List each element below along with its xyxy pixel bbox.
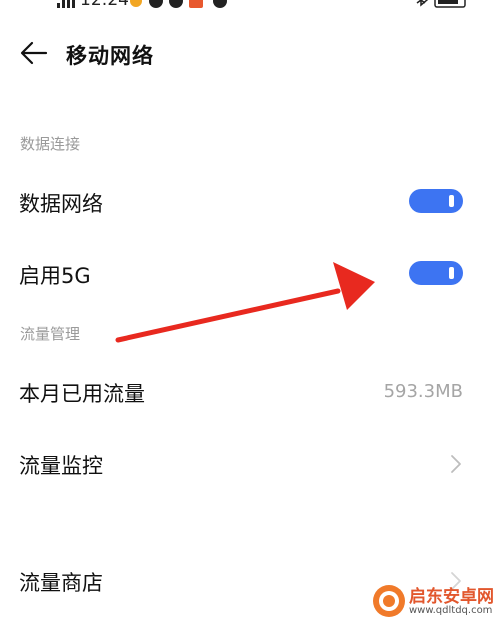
toggle-knob [449,195,454,207]
watermark-name: 启东安卓网 [409,587,494,607]
row-label: 流量商店 [19,571,103,595]
section-header-traffic-management: 流量管理 [20,325,81,343]
page-title: 移动网络 [66,44,154,68]
list-item-data-network[interactable]: 数据网络 [0,174,500,230]
toggle-knob [449,267,454,279]
list-item-monthly-usage[interactable]: 本月已用流量 593.3MB [0,364,500,420]
status-bar: 12:24 [0,0,500,12]
notification-icons [130,0,227,8]
data-network-toggle[interactable] [409,189,463,213]
section-header-data-connection: 数据连接 [20,135,81,153]
row-label: 数据网络 [19,192,103,216]
signal-icon [57,0,75,8]
annotation-arrow-icon [115,262,375,343]
status-time: 12:24 [80,0,129,10]
watermark-url: www.qdltdq.com [409,605,493,616]
row-label: 启用5G [19,264,91,288]
list-item-traffic-monitor[interactable]: 流量监控 [0,436,500,492]
arrow-left-icon[interactable] [20,40,48,66]
row-label: 本月已用流量 [19,382,145,406]
enable-5g-toggle[interactable] [409,261,463,285]
chevron-right-icon [451,455,461,473]
watermark: 启东安卓网 www.qdltdq.com [372,580,500,623]
row-label: 流量监控 [19,454,103,478]
watermark-logo-icon [373,585,405,617]
monthly-usage-value: 593.3MB [383,381,463,402]
header: 移动网络 [0,30,500,76]
mobile-network-settings-screen: 12:24 移动网络 数据连接 数据网络 启用5G 流量管理 本月已用流量 59… [0,0,500,623]
list-item-enable-5g[interactable]: 启用5G [0,246,500,302]
bluetooth-battery-icons [416,0,466,8]
